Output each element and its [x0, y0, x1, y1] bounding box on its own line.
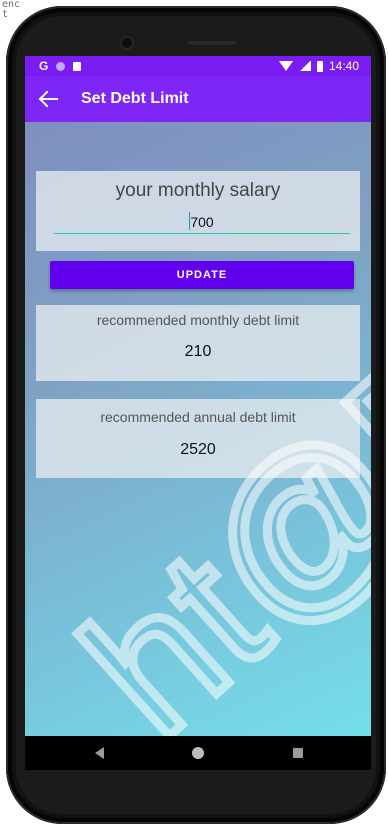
- arrow-left-icon[interactable]: [37, 89, 59, 109]
- monthly-limit-label: recommended monthly debt limit: [96, 312, 300, 328]
- nav-recents-icon[interactable]: [293, 748, 303, 758]
- status-time: 14:40: [328, 59, 359, 73]
- ide-line-2: t: [2, 9, 9, 20]
- nav-back-icon[interactable]: [95, 747, 104, 759]
- status-bar: G 14:40: [25, 56, 371, 76]
- system-nav-bar: [25, 736, 371, 770]
- earpiece-speaker: [188, 41, 236, 45]
- notification-dot-icon: [56, 61, 66, 71]
- status-right: 14:40: [278, 59, 359, 73]
- annual-limit-card: recommended annual debt limit 2520: [36, 399, 360, 478]
- google-notification-icon: G: [39, 59, 49, 73]
- front-camera: [122, 38, 132, 48]
- wifi-icon: [278, 61, 293, 71]
- text-cursor: [189, 212, 190, 230]
- nav-home-icon[interactable]: [192, 747, 204, 759]
- monthly-limit-value: 210: [184, 343, 212, 360]
- annual-limit-label: recommended annual debt limit: [100, 409, 296, 425]
- salary-card: your monthly salary: [36, 171, 360, 251]
- battery-icon: [316, 60, 323, 72]
- ide-background-text: enc t: [2, 0, 20, 20]
- device-screen: G 14:40 Set Debt Limit your monthly sala…: [25, 56, 371, 770]
- app-bar: Set Debt Limit: [25, 76, 371, 122]
- sd-card-icon: [73, 61, 82, 71]
- salary-label: your monthly salary: [115, 180, 281, 201]
- monthly-limit-card: recommended monthly debt limit 210: [36, 305, 360, 381]
- update-button[interactable]: UPDATE: [50, 261, 354, 289]
- main-content: your monthly salary UPDATE recommended m…: [25, 122, 371, 736]
- status-left: G: [39, 59, 82, 73]
- cell-signal-icon: [298, 61, 311, 71]
- salary-input[interactable]: [54, 211, 350, 234]
- page-title: Set Debt Limit: [81, 90, 189, 107]
- annual-limit-value: 2520: [180, 441, 216, 458]
